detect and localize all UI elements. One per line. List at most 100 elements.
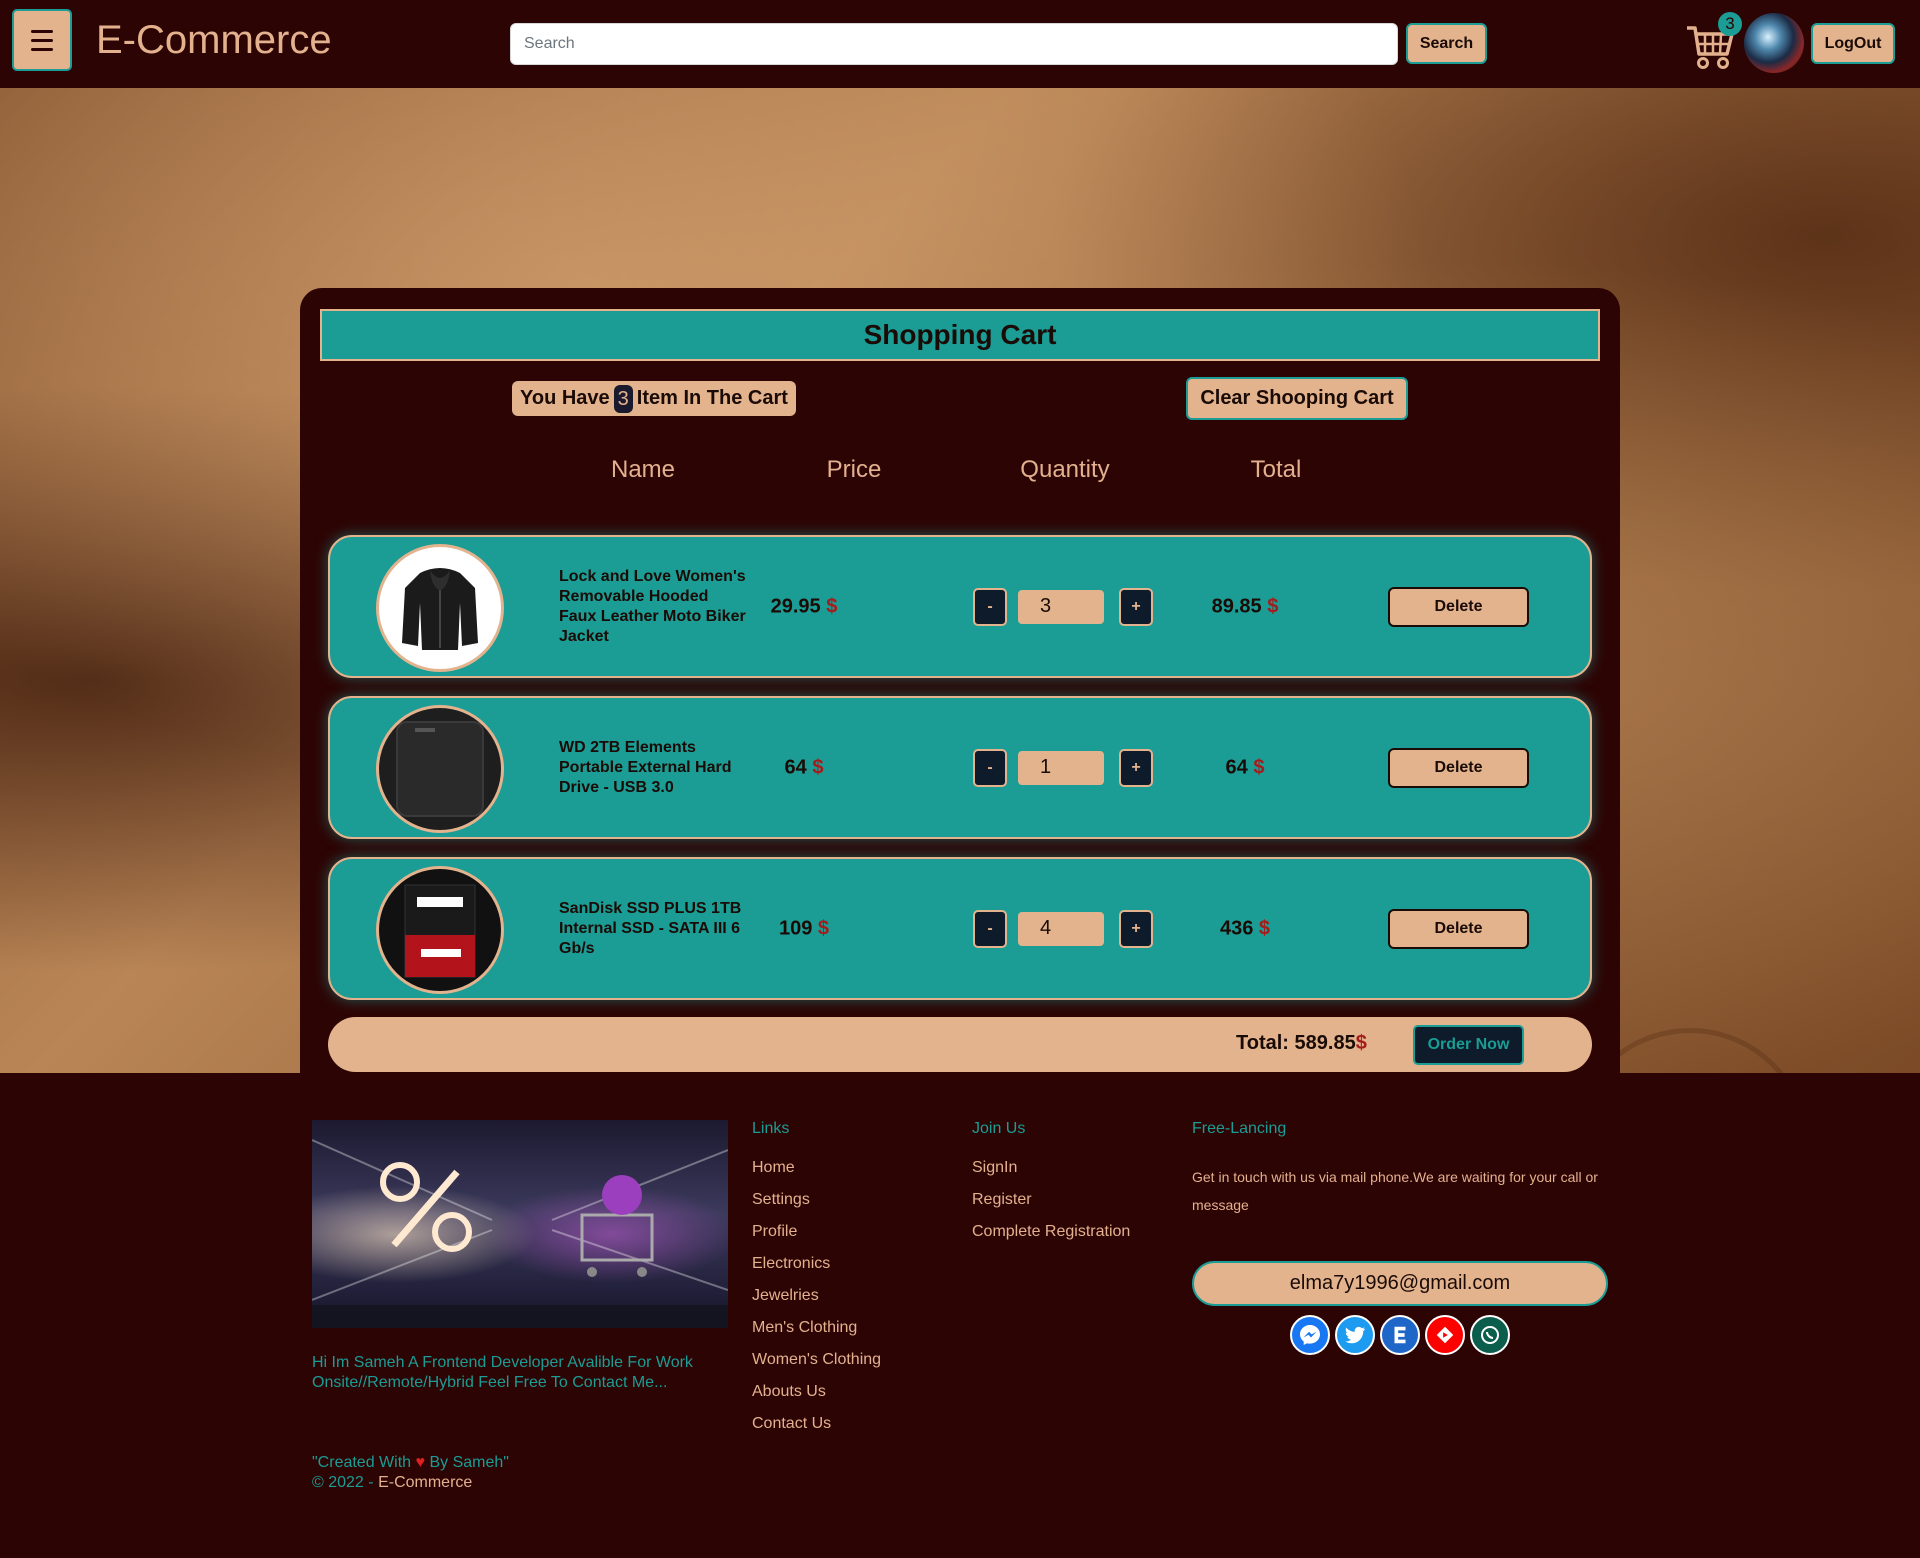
heart-icon: ♥ [415,1454,426,1471]
footer-link-contact-us[interactable]: Contact Us [752,1414,881,1434]
jacket-image-icon [402,568,478,650]
avatar[interactable] [1744,13,1804,73]
currency-symbol: $ [812,756,824,778]
footer-link-settings[interactable]: Settings [752,1190,881,1210]
footer: Hi Im Sameh A Frontend Developer Avalibl… [0,1073,1920,1558]
total-value: 436 [1219,917,1254,939]
credit-suffix: By Sameh" [429,1454,509,1471]
delete-item-button[interactable]: Delete [1388,586,1529,627]
email-field[interactable] [1192,1261,1608,1306]
total-label: Total: [1236,1032,1289,1054]
cart-count-pill: You Have 3 Item In The Cart [512,381,796,416]
total-value: 89.85 [1211,595,1262,617]
ssd-image-icon [404,884,476,978]
ssd-image [376,866,504,994]
copyright-brand: E-Commerce [378,1474,473,1491]
item-price: 64 $ [734,756,874,779]
item-count-badge: 3 [613,384,633,413]
currency-symbol: $ [1253,756,1265,778]
item-total: 64 $ [1175,756,1315,779]
price-value: 29.95 [770,595,821,617]
links-list: Home Settings Profile Electronics Jewelr… [752,1158,881,1434]
cart-row: Lock and Love Women's Removable Hooded F… [328,535,1592,678]
credit-prefix: "Created With [312,1454,412,1471]
count-prefix: You Have [520,387,610,409]
quantity-decrease-button[interactable]: - [973,748,1007,787]
footer-link-about-us[interactable]: Abouts Us [752,1382,881,1402]
search-input[interactable] [510,23,1398,65]
item-name: SanDisk SSD PLUS 1TB Internal SSD - SATA… [559,899,742,957]
cart-title: Shopping Cart [320,309,1600,361]
footer-link-womens-clothing[interactable]: Women's Clothing [752,1350,881,1370]
credit-line: "Created With ♥ By Sameh" [312,1453,509,1473]
hamburger-line [31,38,53,42]
footer-link-profile[interactable]: Profile [752,1222,881,1242]
youtube-icon[interactable] [1425,1315,1465,1355]
quantity-increase-button[interactable]: + [1119,748,1153,787]
twitter-icon[interactable] [1335,1315,1375,1355]
footer-link-jewelries[interactable]: Jewelries [752,1286,881,1306]
quantity-input[interactable] [1016,748,1106,787]
quantity-input[interactable] [1016,909,1106,948]
column-header-price: Price [826,456,882,483]
links-heading: Links [752,1120,790,1137]
item-price: 109 $ [734,917,874,940]
item-name: WD 2TB Elements Portable External Hard D… [559,738,732,796]
footer-link-electronics[interactable]: Electronics [752,1254,881,1274]
whatsapp-icon[interactable] [1470,1315,1510,1355]
footer-link-home[interactable]: Home [752,1158,881,1178]
delete-item-button[interactable]: Delete [1388,908,1529,949]
currency-symbol: $ [817,917,830,939]
navbar: E-Commerce Search 3 LogOut [0,0,1920,88]
social-icons [1290,1315,1510,1355]
currency-symbol: $ [826,595,838,617]
copyright: © 2022 - E-Commerce [312,1473,472,1493]
cart-row: SanDisk SSD PLUS 1TB Internal SSD - SATA… [328,857,1592,1000]
menu-toggle-button[interactable] [12,9,72,71]
shopping-cart-panel: Shopping Cart You Have 3 Item In The Car… [300,288,1620,1113]
copyright-text: © 2022 - [312,1474,374,1491]
blog-icon[interactable] [1380,1315,1420,1355]
cart-total: Total: 589.85$ [1236,1032,1367,1055]
footer-link-complete-registration[interactable]: Complete Registration [972,1222,1130,1242]
brand-title[interactable]: E-Commerce [96,16,332,64]
quantity-decrease-button[interactable]: - [973,909,1007,948]
currency-symbol: $ [1267,595,1279,617]
order-now-button[interactable]: Order Now [1413,1025,1524,1065]
currency-symbol: $ [1355,1032,1367,1054]
footer-join-column: Join Us SignIn Register Complete Registr… [972,1120,1130,1242]
hamburger-line [31,47,53,51]
footer-link-signin[interactable]: SignIn [972,1158,1130,1178]
footer-link-register[interactable]: Register [972,1190,1130,1210]
footer-link-mens-clothing[interactable]: Men's Clothing [752,1318,881,1338]
quantity-decrease-button[interactable]: - [973,587,1007,626]
quantity-increase-button[interactable]: + [1119,587,1153,626]
total-bar: Total: 589.85$ Order Now [328,1017,1592,1072]
quantity-increase-button[interactable]: + [1119,909,1153,948]
freelancing-text: Get in touch with us via mail phone.We a… [1192,1169,1598,1213]
hard-drive-image-icon [396,721,484,817]
search-button[interactable]: Search [1406,23,1487,64]
total-value: 64 [1225,756,1248,778]
count-suffix: Item In The Cart [636,387,788,409]
hero-background: Shopping Cart You Have 3 Item In The Car… [0,88,1920,1268]
about-text: Hi Im Sameh A Frontend Developer Avalibl… [312,1354,693,1391]
column-header-name: Name [610,456,676,483]
currency-symbol: $ [1258,917,1271,939]
total-amount: 589.85 [1294,1032,1356,1054]
join-heading: Join Us [972,1120,1026,1137]
messenger-icon[interactable] [1290,1315,1330,1355]
cart-row: WD 2TB Elements Portable External Hard D… [328,696,1592,839]
item-total: 89.85 $ [1175,595,1315,618]
column-header-total: Total [1250,456,1302,483]
logout-button[interactable]: LogOut [1811,23,1895,64]
quantity-input[interactable] [1016,587,1106,626]
cart-count-badge: 3 [1718,12,1742,36]
hard-drive-image [376,705,504,833]
column-header-quantity: Quantity [1020,456,1110,483]
item-total: 436 $ [1175,917,1315,940]
clear-cart-button[interactable]: Clear Shooping Cart [1186,377,1408,420]
price-value: 109 [778,917,813,939]
delete-item-button[interactable]: Delete [1388,747,1529,788]
footer-freelancing-column: Free-Lancing [1192,1120,1286,1140]
